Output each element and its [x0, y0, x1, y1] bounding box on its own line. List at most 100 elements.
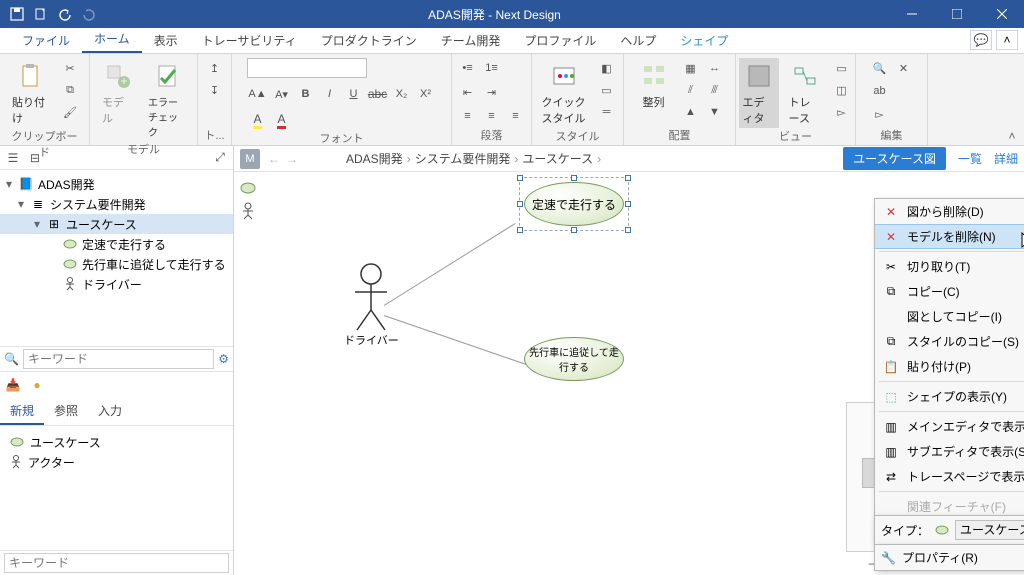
tree-root[interactable]: ▾📘ADAS開発 — [0, 174, 233, 194]
usecase-shape-2[interactable]: 先行車に追従して走行する — [524, 337, 624, 381]
model-home-icon[interactable]: M — [240, 149, 260, 169]
align-button[interactable]: 整列 — [634, 58, 674, 112]
ctx-shape-display[interactable]: ⬚シェイプの表示(Y)▸ — [875, 384, 1024, 409]
canvas-palette-actor-icon[interactable] — [241, 202, 255, 220]
nav-fwd-icon[interactable]: → — [284, 152, 300, 166]
ctx-type-select[interactable]: ユースケース — [955, 520, 1024, 540]
ctx-show-sub-editor[interactable]: ▥サブエディタで表示(S) — [875, 439, 1024, 464]
palette-item-actor[interactable]: アクター — [10, 452, 223, 472]
tab-shape[interactable]: シェイプ — [668, 28, 740, 53]
tab-view[interactable]: 表示 — [142, 28, 190, 53]
tree-leaf-2[interactable]: 先行車に追従して走行する — [0, 254, 233, 274]
ribbon-collapse-icon[interactable]: ˄ — [1004, 129, 1020, 143]
bold-button[interactable]: B — [295, 84, 317, 104]
tab-help[interactable]: ヘルプ — [608, 28, 668, 53]
replace-icon[interactable]: ab — [869, 81, 891, 101]
ctx-show-main-editor[interactable]: ▥メインエディタで表示(M) — [875, 414, 1024, 439]
collapse-ribbon-icon[interactable]: ˄ — [996, 30, 1018, 50]
select-icon[interactable]: ▻ — [869, 104, 891, 124]
filter-settings-icon[interactable]: ⚙ — [218, 352, 229, 366]
tree-leaf-1[interactable]: 定速で走行する — [0, 234, 233, 254]
tree-filter-input[interactable] — [23, 349, 214, 369]
ctx-cut[interactable]: ✂切り取り(T) — [875, 254, 1024, 279]
view-list-link[interactable]: 一覧 — [958, 150, 982, 167]
tab-file[interactable]: ファイル — [10, 28, 82, 53]
palette-tab-new[interactable]: 新規 — [0, 398, 44, 425]
align-right-icon[interactable]: ≡ — [505, 106, 527, 126]
maximize-button[interactable] — [934, 0, 979, 28]
outdent-icon[interactable]: ⇤ — [457, 82, 479, 102]
superscript-button[interactable]: X² — [415, 84, 437, 104]
crumb-2[interactable]: ユースケース — [522, 150, 593, 167]
ctx-copy[interactable]: ⧉コピー(C) — [875, 279, 1024, 304]
ctx-paste[interactable]: 📋貼り付け(P) — [875, 354, 1024, 379]
ctx-remove-from-diagram[interactable]: ✕図から削除(D) — [875, 199, 1024, 224]
minimize-button[interactable] — [889, 0, 934, 28]
editor-button[interactable]: エディタ — [739, 58, 779, 128]
tree-expand-icon[interactable]: ⤢ — [211, 149, 229, 167]
line-style-icon[interactable]: ═ — [596, 102, 618, 122]
view-opt1-icon[interactable]: ▭ — [831, 58, 853, 78]
strike-button[interactable]: abc — [367, 84, 389, 104]
indent-icon[interactable]: ⇥ — [481, 82, 503, 102]
grid-icon[interactable]: ▦ — [680, 58, 702, 78]
ctx-copy-style[interactable]: ⧉スタイルのコピー(S) — [875, 329, 1024, 354]
palette-tab-ref[interactable]: 参照 — [44, 398, 88, 425]
palette-tab-input[interactable]: 入力 — [88, 398, 132, 425]
tab-team[interactable]: チーム開発 — [429, 28, 513, 53]
close-button[interactable] — [979, 0, 1024, 28]
actor-shape[interactable]: ドライバー — [344, 262, 399, 348]
align-center-icon[interactable]: ≡ — [481, 106, 503, 126]
ungroup-icon[interactable]: ⫻ — [704, 80, 726, 100]
palette-icon1[interactable]: 📥 — [4, 376, 22, 394]
palette-filter-input[interactable] — [4, 553, 229, 573]
paste-button[interactable]: 貼り付け — [8, 58, 53, 128]
diagram-canvas[interactable]: ドライバー 定速で走行する 先行車に追従して走行する ✕図から削除(D) ✕モデ… — [234, 172, 1024, 575]
trace-button[interactable]: トレース — [785, 58, 825, 128]
bullets-icon[interactable]: •≡ — [457, 58, 479, 78]
ctx-property[interactable]: 🔧プロパティ(R) — [874, 544, 1024, 571]
highlight-color-icon[interactable]: A — [247, 110, 269, 130]
line-color-icon[interactable]: ▭ — [596, 80, 618, 100]
canvas-palette-usecase-icon[interactable] — [240, 182, 256, 194]
view-opt2-icon[interactable]: ◫ — [831, 80, 853, 100]
crumb-1[interactable]: システム要件開発 — [415, 150, 511, 167]
tab-profile[interactable]: プロファイル — [512, 28, 608, 53]
italic-button[interactable]: I — [319, 84, 341, 104]
view-diagram-button[interactable]: ユースケース図 — [843, 147, 946, 170]
font-selector[interactable] — [247, 58, 367, 78]
group-icon[interactable]: ⫽ — [680, 80, 702, 100]
ctx-delete-model[interactable]: ✕モデルを削除(N) — [875, 224, 1024, 249]
pointer-icon[interactable]: ▻ — [831, 102, 853, 122]
filter-icon[interactable]: 🔍 — [4, 352, 19, 366]
undo-icon[interactable] — [54, 3, 76, 25]
crumb-0[interactable]: ADAS開発 — [346, 150, 403, 167]
distribute-icon[interactable]: ↔ — [704, 58, 726, 78]
back-icon[interactable]: ▼ — [704, 102, 726, 122]
cut-icon[interactable]: ✂ — [59, 58, 81, 78]
font-color-icon[interactable]: A — [271, 110, 293, 130]
redo-icon[interactable] — [78, 3, 100, 25]
clear-icon[interactable]: ✕ — [893, 58, 915, 78]
error-check-button[interactable]: エラーチェック — [144, 58, 189, 141]
palette-item-usecase[interactable]: ユースケース — [10, 432, 223, 452]
format-painter-icon[interactable]: 🖌 — [59, 102, 81, 122]
tree-leaf-3[interactable]: ドライバー — [0, 274, 233, 294]
view-detail-link[interactable]: 詳細 — [994, 150, 1018, 167]
tree-node-system[interactable]: ▾≣システム要件開発 — [0, 194, 233, 214]
find-icon[interactable]: 🔍 — [869, 58, 891, 78]
subscript-button[interactable]: X₂ — [391, 84, 413, 104]
fill-color-icon[interactable]: ◧ — [596, 58, 618, 78]
numbering-icon[interactable]: 1≡ — [481, 58, 503, 78]
trace-up-icon[interactable]: ↥ — [204, 58, 226, 78]
quick-style-button[interactable]: クイック スタイル — [538, 58, 590, 128]
tab-productline[interactable]: プロダクトライン — [309, 28, 429, 53]
ctx-show-trace-page[interactable]: ⇄トレースページで表示(W) — [875, 464, 1024, 489]
copy-icon[interactable]: ⧉ — [59, 80, 81, 100]
underline-button[interactable]: U — [343, 84, 365, 104]
tree-node-usecase[interactable]: ▾⊞ユースケース — [0, 214, 233, 234]
save-icon[interactable] — [6, 3, 28, 25]
tab-home[interactable]: ホーム — [82, 26, 142, 53]
font-shrink-icon[interactable]: A▾ — [271, 84, 293, 104]
trace-down-icon[interactable]: ↧ — [204, 80, 226, 100]
